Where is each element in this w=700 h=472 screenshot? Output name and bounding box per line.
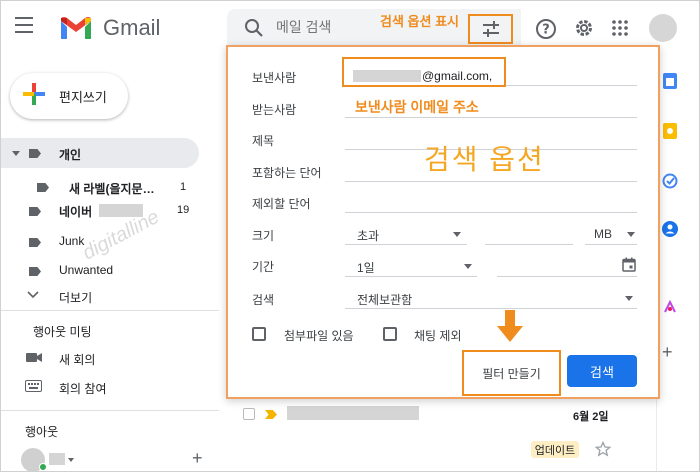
dropdown-arrow-icon[interactable] (627, 232, 635, 237)
to-label: 받는사람 (252, 103, 297, 117)
sidebar-item-unwanted[interactable]: Unwanted (59, 263, 113, 277)
date-input[interactable] (497, 276, 637, 277)
label-icon (29, 238, 41, 247)
email-date: 6월 2일 (573, 411, 609, 423)
label-icon (29, 207, 41, 216)
importance-marker-icon[interactable] (265, 410, 277, 419)
update-badge: 업데이트 (531, 441, 579, 458)
has-attachment-checkbox[interactable] (252, 327, 266, 341)
collapse-arrow-icon[interactable] (12, 151, 20, 156)
search-button[interactable]: 검색 (567, 355, 637, 387)
search-scope-label: 검색 (252, 293, 275, 307)
naver-count: 19 (177, 204, 190, 216)
main-menu-icon[interactable] (15, 17, 35, 33)
exclude-chats-checkbox[interactable] (383, 327, 397, 341)
dropdown-arrow-icon[interactable] (464, 264, 472, 269)
size-operator-select[interactable]: 초과 (357, 227, 379, 244)
subject-label: 제목 (252, 134, 275, 148)
brand-name: Gmail (103, 15, 161, 40)
new-label-count: 1 (180, 181, 187, 193)
date-range-underline (345, 276, 477, 277)
redacted-text (353, 70, 421, 82)
exclude-words-input[interactable] (345, 212, 637, 213)
calendar-picker-icon[interactable] (622, 257, 636, 272)
calendar-icon-inner (666, 78, 674, 86)
has-words-input[interactable] (345, 181, 637, 182)
compose-label: 편지쓰기 (59, 90, 107, 105)
apps-grid-icon[interactable] (612, 20, 628, 36)
size-unit-underline (585, 244, 637, 245)
show-search-options-button[interactable] (468, 14, 513, 44)
svg-text:?: ? (542, 23, 550, 38)
redacted-text (49, 453, 65, 465)
sidebar-item-more[interactable]: 더보기 (59, 289, 92, 306)
exclude-words-label: 제외할 단어 (252, 197, 311, 211)
help-icon[interactable]: ? (535, 18, 557, 40)
label-icon (29, 267, 41, 276)
account-avatar[interactable] (649, 14, 677, 42)
star-icon[interactable] (595, 441, 611, 457)
settings-gear-icon[interactable] (573, 17, 595, 39)
meet-heading: 행아웃 미팅 (33, 325, 92, 339)
add-hangout-button[interactable]: + (192, 448, 203, 469)
gmail-logo-icon (61, 17, 91, 39)
label-icon (37, 183, 49, 192)
panel-annotation: 검색 옵션 (424, 144, 545, 175)
row-checkbox[interactable] (243, 408, 255, 420)
sidebar-item-new-meeting[interactable]: 새 회의 (59, 351, 95, 368)
video-camera-icon (26, 353, 42, 362)
sidebar-label-personal: 개인 (59, 148, 82, 162)
date-label: 기간 (252, 260, 275, 274)
search-scope-select[interactable]: 전체보관함 (357, 291, 412, 308)
size-label: 크기 (252, 229, 275, 243)
to-input[interactable] (345, 117, 637, 118)
exclude-chats-label: 채팅 제외 (414, 329, 462, 343)
keep-icon-inner (667, 128, 673, 134)
sidebar-item-join-meeting[interactable]: 회의 참여 (59, 380, 107, 397)
contacts-icon[interactable] (662, 221, 678, 237)
search-icon[interactable] (244, 18, 264, 38)
sidebar-item-naver[interactable]: 네이버 (59, 203, 92, 220)
size-operator-underline (345, 244, 467, 245)
dropdown-arrow-icon[interactable] (625, 296, 633, 301)
has-words-label: 포함하는 단어 (252, 166, 322, 180)
get-addons-icon[interactable]: + (662, 342, 673, 363)
from-value: @gmail.com, (422, 69, 493, 83)
hangouts-heading: 행아웃 (25, 425, 59, 439)
tune-icon (483, 21, 499, 37)
caret-down-icon[interactable] (68, 458, 74, 462)
from-underline (506, 85, 637, 86)
from-label: 보낸사람 (252, 71, 297, 85)
online-status-icon (39, 463, 47, 471)
size-value-input[interactable] (485, 244, 573, 245)
divider (1, 310, 219, 311)
search-scope-underline (345, 308, 637, 309)
size-unit-select[interactable]: MB (594, 227, 612, 241)
divider (1, 410, 219, 411)
dropdown-arrow-icon[interactable] (453, 232, 461, 237)
date-range-select[interactable]: 1일 (357, 259, 375, 276)
search-options-annotation: 검색 옵션 표시 (380, 14, 459, 29)
chevron-down-icon (27, 291, 39, 299)
create-filter-button[interactable]: 필터 만들기 (462, 350, 561, 396)
keyboard-icon (25, 380, 42, 392)
compose-plus-icon (23, 83, 45, 105)
redacted-text (287, 406, 419, 420)
gmail-window: Gmail 검색 옵션 표시 ? 편지쓰기 (0, 0, 700, 472)
has-attachment-label: 첨부파일 있음 (284, 329, 354, 343)
tasks-icon[interactable] (662, 173, 678, 189)
arrow-down-annotation-icon (497, 310, 523, 342)
from-annotation: 보낸사람 이메일 주소 (355, 99, 479, 115)
sidebar-item-new-label[interactable]: 새 라벨(을지문… (69, 180, 155, 197)
addon-icon[interactable] (662, 299, 678, 315)
